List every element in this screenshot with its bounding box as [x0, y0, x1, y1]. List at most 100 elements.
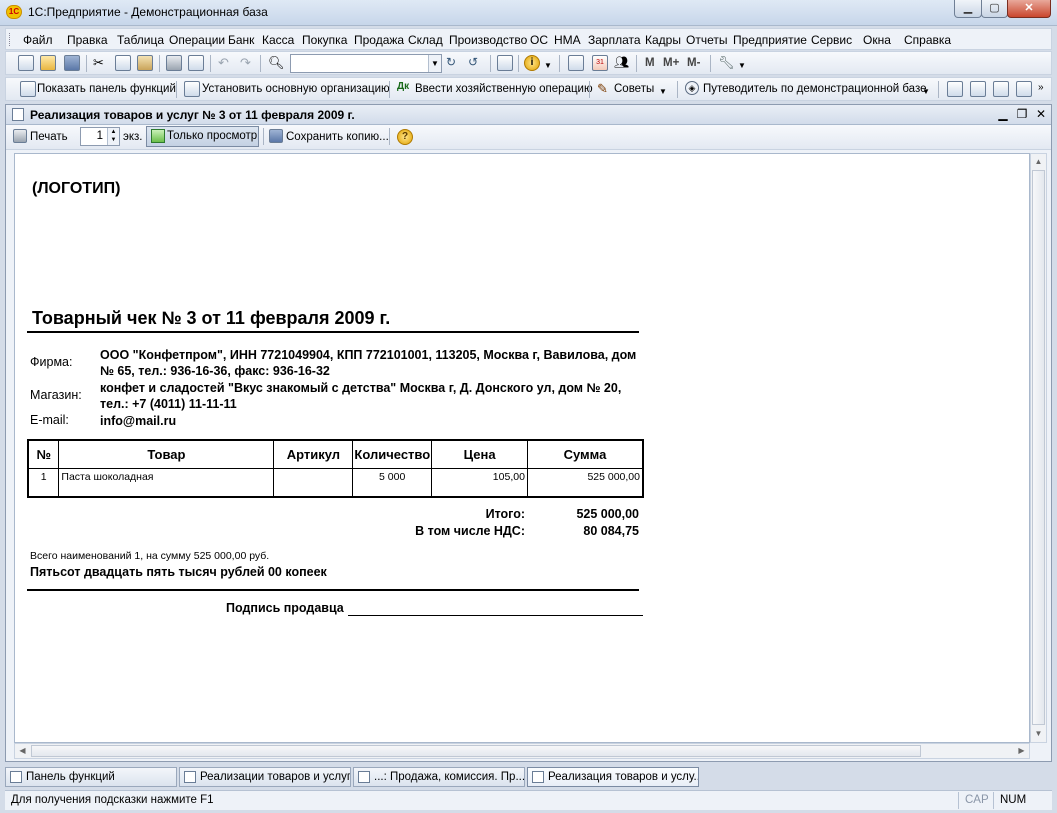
cell-number: 1: [27, 468, 60, 497]
print-preview-icon[interactable]: [188, 55, 204, 71]
tab-sales-commission[interactable]: ...: Продажа, комиссия. Пр...: [353, 767, 525, 787]
horizontal-scrollbar[interactable]: ◀ ▶: [14, 743, 1030, 759]
chevron-down-icon[interactable]: ▼: [428, 55, 441, 72]
calendar-icon[interactable]: 31: [592, 55, 608, 71]
find-prev-icon[interactable]: ↺: [468, 55, 484, 71]
search-icon[interactable]: 🔍︎: [268, 55, 285, 71]
save-icon[interactable]: [64, 55, 80, 71]
structure-icon[interactable]: [947, 81, 963, 97]
items-summary: Всего наименований 1, на сумму 525 000,0…: [30, 550, 270, 562]
menu-warehouse[interactable]: Склад: [408, 33, 443, 47]
chevron-down-icon[interactable]: ▼: [659, 87, 667, 96]
scroll-thumb[interactable]: [1032, 170, 1045, 725]
enter-operation-button[interactable]: Ввести хозяйственную операцию: [415, 83, 593, 95]
col-sum: Сумма: [526, 439, 644, 469]
menu-reports[interactable]: Отчеты: [686, 33, 727, 47]
tab-sales-list[interactable]: Реализации товаров и услуг: [179, 767, 351, 787]
memory-minus-button[interactable]: M-: [687, 57, 700, 69]
toolbar-separator: [589, 81, 590, 98]
firm-value: ООО "Конфетпром", ИНН 7721049904, КПП 77…: [100, 348, 637, 378]
info-icon[interactable]: i: [524, 55, 540, 71]
copies-stepper[interactable]: 1 ▲ ▼: [80, 127, 120, 146]
users-icon[interactable]: 👥︎: [614, 55, 630, 71]
print-button[interactable]: Печать: [30, 131, 68, 143]
close-button[interactable]: ✕: [1007, 0, 1051, 18]
menu-operations[interactable]: Операции: [169, 33, 225, 47]
menu-nma[interactable]: НМА: [554, 33, 581, 47]
toolbar-separator: [710, 55, 711, 72]
document-icon: [12, 108, 24, 121]
view-only-toggle[interactable]: Только просмотр: [146, 126, 259, 147]
menu-cash[interactable]: Касса: [262, 33, 294, 47]
menu-sales[interactable]: Продажа: [354, 33, 404, 47]
menu-help[interactable]: Справка: [904, 33, 951, 47]
toolbar-overflow-icon[interactable]: »: [1038, 82, 1044, 93]
menu-enterprise[interactable]: Предприятие: [733, 33, 807, 47]
windows-list-icon[interactable]: [497, 55, 513, 71]
undo-icon[interactable]: ↶: [218, 55, 234, 71]
doc-close-button[interactable]: ✕: [1032, 106, 1050, 123]
menu-hr[interactable]: Кадры: [645, 33, 681, 47]
scroll-up-icon[interactable]: ▲: [1031, 154, 1046, 170]
copy-icon[interactable]: [115, 55, 131, 71]
hierarchy-icon[interactable]: [993, 81, 1009, 97]
print-icon[interactable]: [166, 55, 182, 71]
doc-restore-button[interactable]: ❐: [1013, 106, 1031, 123]
save-copy-button[interactable]: Сохранить копию...: [286, 131, 389, 143]
new-document-icon[interactable]: [18, 55, 34, 71]
document-toolbar: Печать 1 ▲ ▼ экз. Только просмотр Сохранит…: [6, 125, 1051, 150]
summary-divider: [27, 589, 639, 591]
panel-icon: [10, 771, 22, 783]
scroll-left-icon[interactable]: ◀: [15, 744, 30, 758]
minimize-button[interactable]: ▁: [954, 0, 982, 18]
open-folder-icon[interactable]: [40, 55, 56, 71]
scroll-down-icon[interactable]: ▼: [1031, 726, 1046, 742]
report-sheet: (ЛОГОТИП) Товарный чек № 3 от 11 февраля…: [14, 153, 1030, 743]
search-input[interactable]: ▼: [290, 54, 442, 73]
chevron-down-icon[interactable]: ▼: [922, 87, 930, 96]
stepper-arrows-icon[interactable]: ▲ ▼: [107, 128, 119, 145]
tab-function-panel[interactable]: Панель функций: [5, 767, 177, 787]
vat-label: В том числе НДС:: [415, 524, 525, 538]
calculator-icon[interactable]: [568, 55, 584, 71]
find-next-icon[interactable]: ↻: [446, 55, 462, 71]
menu-edit[interactable]: Правка: [67, 33, 108, 47]
list-icon: [184, 771, 196, 783]
tab-sales-document[interactable]: Реализация товаров и услу...: [527, 767, 699, 787]
tree-icon[interactable]: [970, 81, 986, 97]
redo-icon[interactable]: ↷: [240, 55, 256, 71]
col-product: Товар: [58, 439, 275, 469]
menu-service[interactable]: Сервис: [811, 33, 852, 47]
menu-production[interactable]: Производство: [449, 33, 527, 47]
menu-purchase[interactable]: Покупка: [302, 33, 347, 47]
vertical-scrollbar[interactable]: ▲ ▼: [1030, 153, 1047, 743]
show-panel-button[interactable]: Показать панель функций: [37, 83, 176, 95]
menu-windows[interactable]: Окна: [863, 33, 891, 47]
caps-lock-indicator: CAP: [958, 792, 998, 809]
cell-sum: 525 000,00: [526, 468, 644, 497]
set-organization-button[interactable]: Установить основную организацию: [202, 83, 390, 95]
chevron-down-icon[interactable]: ▼: [544, 61, 552, 70]
memory-button[interactable]: M: [645, 57, 655, 69]
operation-icon: Дк: [397, 81, 410, 92]
cut-icon[interactable]: ✂: [93, 55, 109, 71]
paste-icon[interactable]: [137, 55, 153, 71]
maximize-button[interactable]: ▢: [981, 0, 1008, 18]
toolbar-separator: [389, 81, 390, 98]
doc-minimize-button[interactable]: ▁: [994, 106, 1012, 123]
scroll-right-icon[interactable]: ▶: [1014, 744, 1029, 758]
menu-table[interactable]: Таблица: [117, 33, 164, 47]
wrench-icon[interactable]: 🔧︎: [718, 55, 735, 71]
chart-icon[interactable]: [1016, 81, 1032, 97]
scroll-thumb[interactable]: [31, 745, 921, 757]
toolbar-separator: [389, 128, 390, 145]
memory-plus-button[interactable]: M+: [663, 57, 679, 69]
guide-button[interactable]: Путеводитель по демонстрационной базе: [703, 83, 927, 95]
menu-file[interactable]: Файл: [23, 33, 53, 47]
chevron-down-icon[interactable]: ▼: [738, 61, 746, 70]
menu-bank[interactable]: Банк: [228, 33, 254, 47]
menu-salary[interactable]: Зарплата: [588, 33, 641, 47]
menu-os[interactable]: ОС: [530, 33, 548, 47]
tips-button[interactable]: Советы: [614, 83, 654, 95]
help-icon[interactable]: ?: [397, 129, 413, 145]
